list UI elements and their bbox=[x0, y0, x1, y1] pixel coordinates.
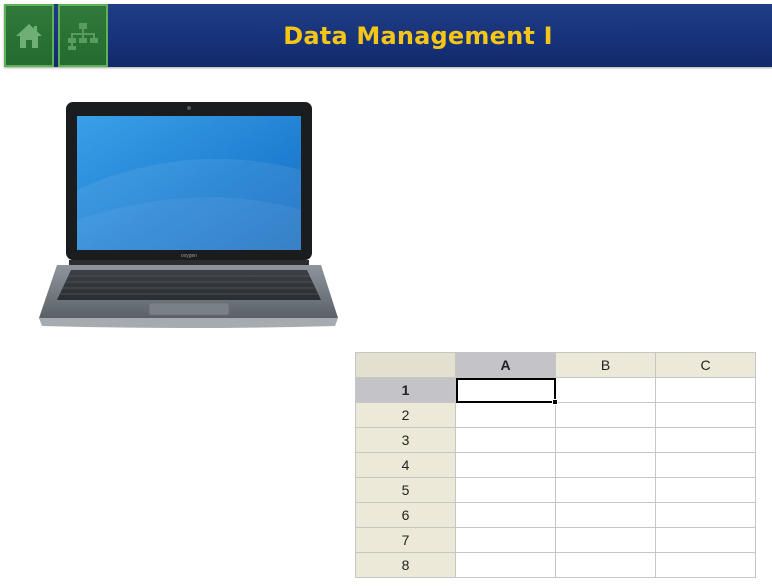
cell-b8[interactable] bbox=[555, 552, 656, 578]
row-header-1[interactable]: 1 bbox=[355, 377, 456, 403]
cell-a3[interactable] bbox=[455, 427, 556, 453]
cell-b6[interactable] bbox=[555, 502, 656, 528]
home-icon bbox=[14, 22, 44, 50]
laptop-illustration: oxygen bbox=[39, 102, 338, 328]
cell-c7[interactable] bbox=[655, 527, 756, 553]
cell-c8[interactable] bbox=[655, 552, 756, 578]
row-header-6[interactable]: 6 bbox=[355, 502, 456, 528]
sitemap-icon bbox=[67, 21, 99, 51]
cell-a4[interactable] bbox=[455, 452, 556, 478]
spreadsheet-grid: A B C 1 2 3 4 5 6 7 8 bbox=[355, 352, 756, 578]
row-header-3[interactable]: 3 bbox=[355, 427, 456, 453]
row-header-4[interactable]: 4 bbox=[355, 452, 456, 478]
row-header-5[interactable]: 5 bbox=[355, 477, 456, 503]
cell-b7[interactable] bbox=[555, 527, 656, 553]
home-button[interactable] bbox=[4, 4, 54, 67]
cell-c1[interactable] bbox=[655, 377, 756, 403]
cell-b2[interactable] bbox=[555, 402, 656, 428]
cell-a1[interactable] bbox=[455, 377, 558, 405]
fill-handle[interactable] bbox=[552, 399, 558, 405]
cell-c4[interactable] bbox=[655, 452, 756, 478]
cell-c3[interactable] bbox=[655, 427, 756, 453]
cell-b4[interactable] bbox=[555, 452, 656, 478]
cell-a6[interactable] bbox=[455, 502, 556, 528]
cell-b1[interactable] bbox=[555, 377, 656, 403]
cell-b3[interactable] bbox=[555, 427, 656, 453]
cell-a5[interactable] bbox=[455, 477, 556, 503]
laptop-brand: oxygen bbox=[181, 253, 197, 259]
header-bar: Data Management I bbox=[4, 4, 772, 67]
cell-c2[interactable] bbox=[655, 402, 756, 428]
cell-a2[interactable] bbox=[455, 402, 556, 428]
select-all-corner[interactable] bbox=[355, 352, 456, 378]
row-header-7[interactable]: 7 bbox=[355, 527, 456, 553]
cell-c6[interactable] bbox=[655, 502, 756, 528]
column-header-c[interactable]: C bbox=[655, 352, 756, 378]
cell-a7[interactable] bbox=[455, 527, 556, 553]
cell-a8[interactable] bbox=[455, 552, 556, 578]
sitemap-button[interactable] bbox=[58, 4, 108, 67]
cell-b5[interactable] bbox=[555, 477, 656, 503]
column-header-b[interactable]: B bbox=[555, 352, 656, 378]
row-header-8[interactable]: 8 bbox=[355, 552, 456, 578]
column-header-a[interactable]: A bbox=[455, 352, 556, 378]
page-title: Data Management I bbox=[283, 21, 553, 50]
cell-c5[interactable] bbox=[655, 477, 756, 503]
row-header-2[interactable]: 2 bbox=[355, 402, 456, 428]
